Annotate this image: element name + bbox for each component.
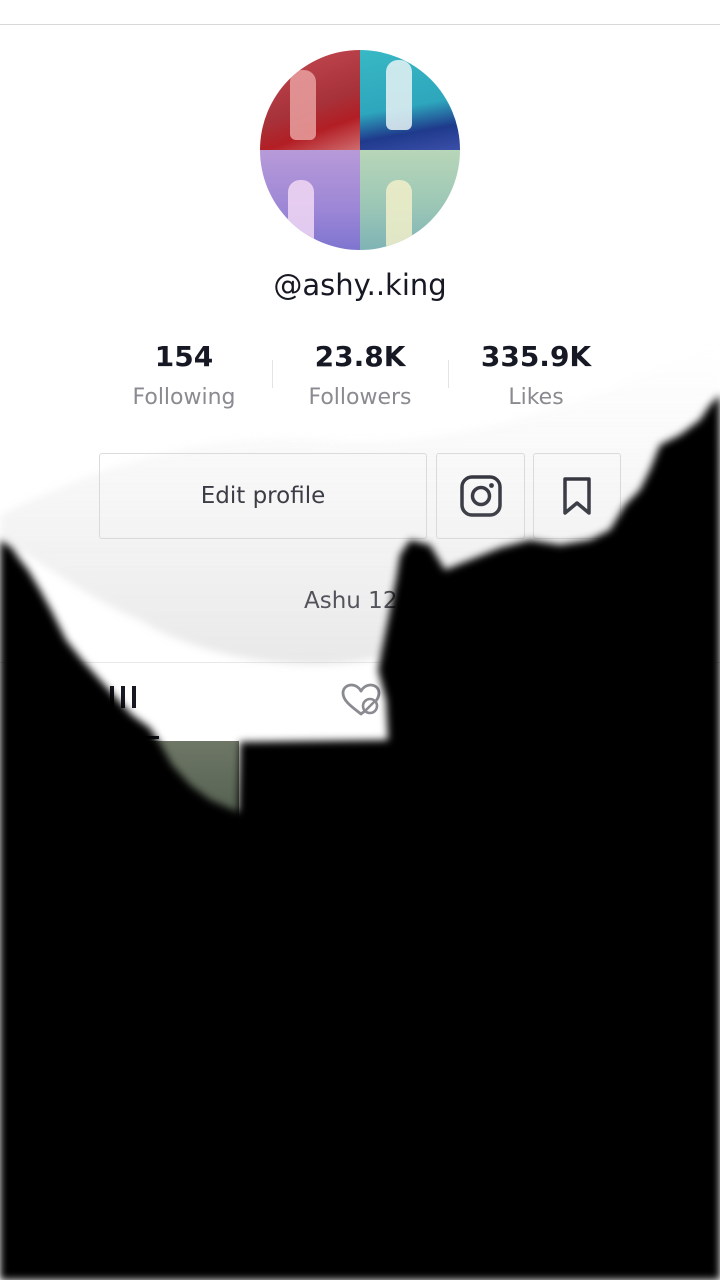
favorites-button[interactable] bbox=[533, 453, 621, 539]
profile-screen: @ashy..king 154 Following 23.8K Follower… bbox=[0, 0, 720, 1280]
avatar-tile bbox=[360, 150, 460, 250]
bio-text: Ashu 12 bbox=[304, 588, 398, 614]
instagram-icon bbox=[459, 475, 502, 517]
top-divider bbox=[0, 24, 720, 25]
avatar-tile bbox=[260, 50, 360, 150]
edit-profile-button[interactable]: Edit profile bbox=[99, 453, 427, 539]
active-tab-indicator bbox=[40, 736, 159, 739]
likes-label: Likes bbox=[508, 385, 564, 410]
stat-likes[interactable]: 335.9K Likes bbox=[446, 336, 626, 418]
video-thumbnail[interactable] bbox=[120, 741, 239, 901]
liked-videos-hidden-icon[interactable] bbox=[340, 682, 382, 718]
instagram-button[interactable] bbox=[436, 453, 525, 539]
followers-label: Followers bbox=[308, 385, 412, 410]
avatar[interactable] bbox=[260, 50, 460, 250]
likes-count: 335.9K bbox=[480, 340, 592, 373]
following-count: 154 bbox=[154, 340, 214, 373]
stat-followers[interactable]: 23.8K Followers bbox=[270, 336, 450, 418]
stat-following[interactable]: 154 Following bbox=[94, 336, 274, 418]
grid-icon[interactable] bbox=[108, 682, 138, 712]
following-label: Following bbox=[132, 385, 236, 410]
avatar-tile bbox=[360, 50, 460, 150]
followers-count: 23.8K bbox=[314, 340, 406, 373]
avatar-tile bbox=[260, 150, 360, 250]
bookmark-icon bbox=[563, 477, 591, 515]
username: @ashy..king bbox=[273, 268, 447, 302]
tabs-divider bbox=[0, 662, 720, 663]
